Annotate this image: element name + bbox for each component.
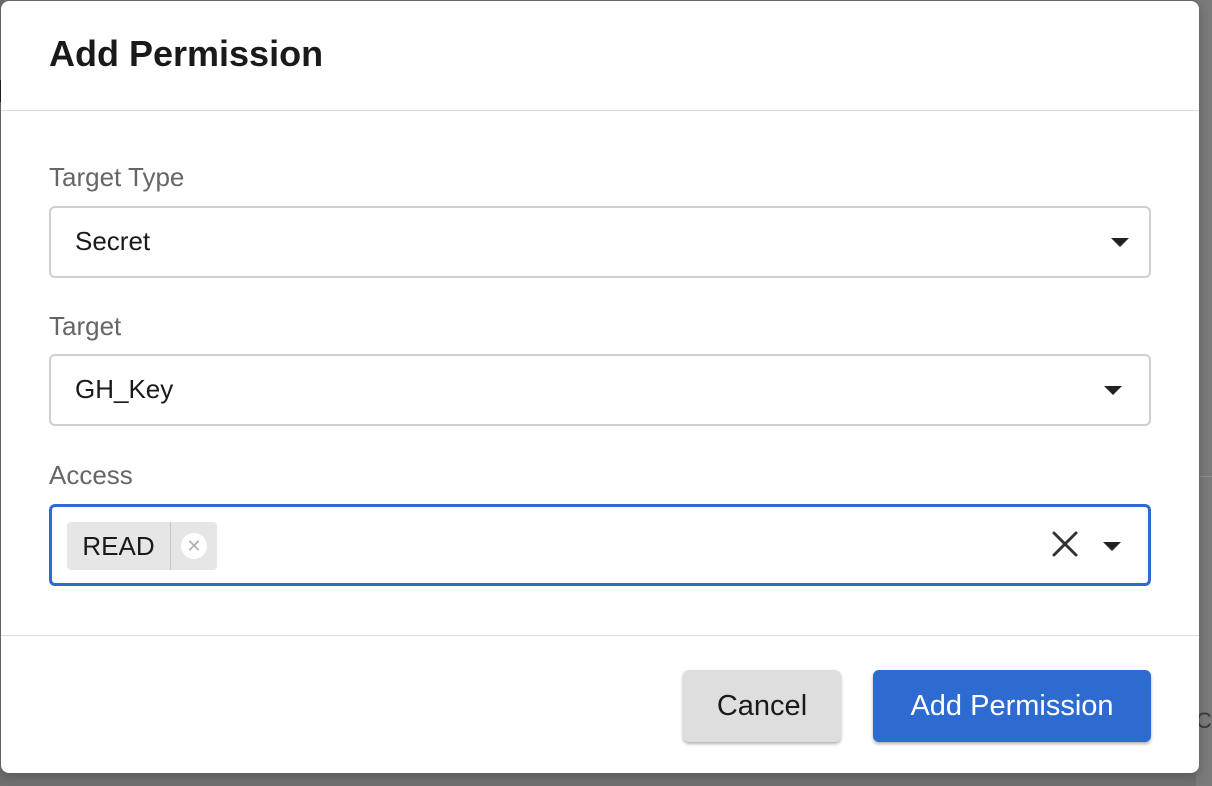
target-select[interactable]: GH_Key (49, 354, 1151, 426)
target-type-value: Secret (75, 226, 151, 256)
target-label: Target (49, 311, 122, 341)
target-type-select[interactable]: Secret (49, 206, 1151, 278)
chevron-down-icon[interactable] (1104, 386, 1122, 395)
cancel-button[interactable]: Cancel (683, 670, 841, 742)
chevron-down-icon[interactable] (1103, 542, 1121, 551)
access-label: Access (49, 460, 133, 490)
dialog-footer: Cancel Add Permission (1, 635, 1199, 773)
close-icon[interactable] (1050, 529, 1080, 559)
chip-remove-button[interactable]: ✕ (170, 522, 217, 570)
add-permission-button[interactable]: Add Permission (873, 670, 1151, 742)
target-type-label: Target Type (49, 162, 185, 192)
dialog-title: Add Permission (49, 33, 324, 74)
dialog-header: Add Permission (1, 1, 1199, 111)
chip-label: READ (82, 531, 155, 561)
add-permission-dialog: Add Permission Target Type Secret Target… (1, 1, 1199, 773)
target-value: GH_Key (75, 374, 174, 404)
access-chip: READ ✕ (67, 522, 217, 570)
chevron-down-icon[interactable] (1111, 238, 1129, 247)
remove-chip-icon: ✕ (181, 533, 207, 559)
access-multiselect[interactable]: READ ✕ (49, 504, 1151, 586)
